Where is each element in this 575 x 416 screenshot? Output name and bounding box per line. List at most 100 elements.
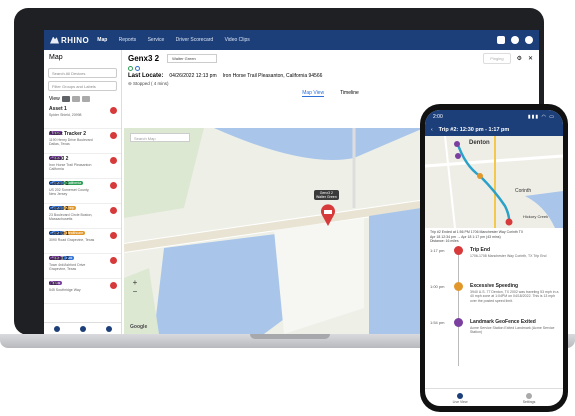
asset-location: Spider Shield, 20998 bbox=[49, 113, 82, 117]
stopped-text: Stopped ( 4 mins) bbox=[133, 81, 169, 86]
asset-list-item[interactable]: Genx3 1 US 202 Somerset County, New Jerse… bbox=[44, 179, 121, 210]
list-view-icon[interactable] bbox=[61, 96, 70, 102]
asset-name: Genx3 2 bbox=[49, 206, 69, 212]
bell-icon[interactable] bbox=[497, 36, 505, 44]
nav-video-clips[interactable]: Video Clips bbox=[225, 37, 250, 43]
timeline-event[interactable]: 1:00 pm Excessive Speeding 3940 U.S. 77 … bbox=[430, 281, 558, 318]
help-icon[interactable] bbox=[511, 36, 519, 44]
geofence-icon bbox=[454, 317, 463, 327]
location-icon[interactable] bbox=[106, 325, 112, 332]
alert-badge-icon bbox=[110, 232, 117, 239]
event-time: 1:00 pm bbox=[430, 283, 445, 289]
status-dot-icon bbox=[128, 66, 133, 71]
tab-timeline[interactable]: Timeline bbox=[340, 90, 359, 97]
compact-view-icon[interactable] bbox=[81, 96, 90, 102]
nav-settings[interactable]: Settings bbox=[523, 393, 535, 404]
device-search-input[interactable]: Search All Devices bbox=[48, 68, 117, 78]
zoom-in-button[interactable]: + bbox=[130, 278, 140, 287]
grid-view-icon[interactable] bbox=[71, 96, 80, 102]
detail-tabs: Map View Timeline bbox=[122, 90, 539, 97]
trip-timeline: 1:17 pm Trip End 1706-1708 Manchester Wa… bbox=[425, 245, 563, 366]
view-label: View bbox=[49, 96, 60, 102]
settings-icon[interactable] bbox=[54, 325, 60, 332]
trip-map[interactable]: Denton Corinth Hickory Creek bbox=[425, 136, 563, 228]
asset-location: US 202 Somerset County, New Jersey bbox=[49, 188, 90, 196]
phone-time: 2:00 bbox=[433, 114, 443, 120]
map-search-input[interactable]: Search Map bbox=[130, 133, 190, 142]
last-locate-label: Last Locate: bbox=[128, 73, 164, 79]
trip-info: Trip #2 Ended at 1:56 PM 1706 Manchester… bbox=[430, 230, 524, 243]
event-title: Trip End bbox=[470, 246, 490, 253]
phone-frame: 2:00 ▮▮▮ ◠ ▭ ‹ Trip #2: 12:30 pm - 1:17 … bbox=[420, 104, 568, 412]
phone-status-bar: 2:00 ▮▮▮ ◠ ▭ bbox=[425, 110, 563, 124]
nav-driver-scorecard[interactable]: Driver Scorecard bbox=[176, 37, 214, 43]
zoom-controls: + − bbox=[130, 278, 140, 296]
trip-end-icon bbox=[454, 245, 463, 255]
group-filter-input[interactable]: Filter Groups and Labels bbox=[48, 81, 117, 91]
asset-list-item[interactable]: test 545 Southridge Way bbox=[44, 279, 121, 304]
asset-list-item[interactable]: Genx3 2 23 Boulevard Circle Boston, Massa… bbox=[44, 204, 121, 235]
ping-button[interactable]: Pinging bbox=[483, 52, 511, 64]
signal-icon: ▮▮▮ ◠ ▭ bbox=[527, 114, 555, 120]
user-avatar-icon[interactable] bbox=[525, 36, 533, 44]
alert-badge-icon bbox=[110, 182, 117, 189]
nav-service[interactable]: Service bbox=[148, 37, 165, 43]
asset-list-item[interactable]: Genkit 2 Town 4rd/Ashford Drive Grapevine… bbox=[44, 254, 121, 285]
map-city-denton: Denton bbox=[469, 140, 490, 146]
nav-map[interactable]: Map bbox=[97, 37, 107, 43]
event-title: Landmark GeoFence Exited bbox=[470, 318, 536, 325]
last-locate-address: Iron Horse Trail Pleasanton, California … bbox=[222, 73, 323, 79]
asset-location: 3090 Road Grapevine, Texas bbox=[49, 238, 95, 242]
view-toggle: View bbox=[44, 94, 121, 104]
vehicle-marker-icon[interactable] bbox=[320, 204, 336, 226]
close-icon[interactable]: ✕ bbox=[528, 55, 533, 62]
event-description: 1706-1708 Manchester Way Corinth, TX Tri… bbox=[470, 253, 547, 258]
phone-screen: 2:00 ▮▮▮ ◠ ▭ ‹ Trip #2: 12:30 pm - 1:17 … bbox=[425, 110, 563, 406]
speeding-icon bbox=[454, 281, 463, 291]
detail-header: Genx3 2 Walter Green Pinging ⚙ ✕ bbox=[122, 50, 539, 66]
map-city-hickory: Hickory Creek bbox=[523, 214, 549, 219]
signal-dot-icon bbox=[135, 66, 140, 71]
google-logo: Google bbox=[130, 324, 148, 330]
asset-name: Genx3 1 bbox=[49, 181, 69, 187]
tab-map-view[interactable]: Map View bbox=[302, 90, 325, 97]
asset-list-item[interactable]: Asset Tracker 2 1190 Henry Drive Boulevar… bbox=[44, 129, 121, 160]
timeline-event[interactable]: 1:17 pm Trip End 1706-1708 Manchester Wa… bbox=[430, 245, 558, 282]
alert-badge-icon bbox=[110, 107, 117, 114]
asset-name: Genkit 1 bbox=[49, 231, 69, 237]
main-nav: Map Reports Service Driver Scorecard Vid… bbox=[97, 37, 259, 43]
phone-bottom-nav: Live View Settings bbox=[425, 388, 563, 406]
gear-icon[interactable]: ⚙ bbox=[517, 55, 522, 62]
zoom-out-button[interactable]: − bbox=[130, 287, 140, 296]
asset-name: Asset Tracker 2 bbox=[49, 131, 86, 137]
map-city-corinth: Corinth bbox=[515, 188, 532, 194]
event-time: 1:17 pm bbox=[430, 247, 445, 253]
asset-location: Town 4rd/Ashford Drive Grapevine, Texas bbox=[49, 263, 86, 271]
event-time: 1:54 pm bbox=[430, 319, 445, 325]
rhino-logo[interactable]: RHINO bbox=[50, 36, 89, 45]
asset-name: Asset 1 bbox=[49, 106, 67, 112]
rhino-mark-icon bbox=[50, 36, 59, 44]
alert-badge-icon bbox=[110, 132, 117, 139]
asset-location: 545 Southridge Way bbox=[49, 288, 81, 292]
nav-live-view-label: Live View bbox=[452, 400, 468, 404]
logo-text: RHINO bbox=[61, 35, 90, 45]
asset-list: Asset 1 Spider Shield, 20998 Texas Asset Tr… bbox=[44, 104, 121, 304]
asset-list-item[interactable]: Genkit 1 3090 Road Grapevine, Texas Texas 1… bbox=[44, 229, 121, 260]
live-view-icon bbox=[457, 393, 464, 399]
sidebar-footer bbox=[44, 322, 122, 334]
back-arrow-icon[interactable]: ‹ bbox=[431, 127, 433, 133]
vehicle-tooltip: Genx3 2 Walter Green bbox=[314, 190, 339, 200]
nav-live-view[interactable]: Live View bbox=[453, 393, 468, 404]
driver-select[interactable]: Walter Green bbox=[167, 53, 218, 63]
asset-name: Genkit 2 bbox=[49, 256, 69, 262]
timeline-event[interactable]: 1:54 pm Landmark GeoFence Exited Acme Se… bbox=[430, 317, 558, 354]
edit-icon[interactable] bbox=[80, 325, 86, 332]
asset-list-item[interactable]: Asset 1 Spider Shield, 20998 Texas bbox=[44, 104, 121, 135]
asset-location: 1190 Henry Drive Boulevard Dallas, Texas bbox=[49, 138, 93, 146]
device-title: Genx3 2 bbox=[128, 53, 160, 63]
sidebar-title: Map bbox=[49, 54, 63, 61]
nav-reports[interactable]: Reports bbox=[119, 37, 137, 43]
laptop-notch bbox=[250, 334, 330, 339]
asset-list-item[interactable]: Genx3 2 Iron Horse Trail Pleasanton Calif… bbox=[44, 154, 121, 185]
